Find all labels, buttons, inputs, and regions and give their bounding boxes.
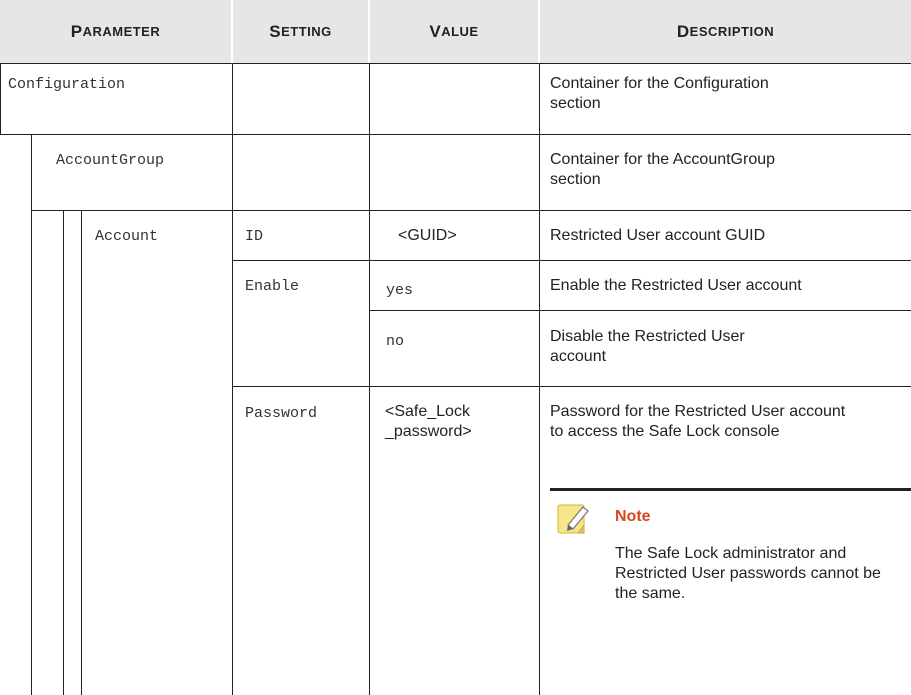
col-rule-left-edge xyxy=(0,63,1,135)
param-accountgroup: AccountGroup xyxy=(56,152,165,169)
header-description: D ESCRIPTION xyxy=(540,0,911,63)
rule-id-bottom xyxy=(232,260,911,261)
header-value: V ALUE xyxy=(370,0,538,63)
indent-rule-3 xyxy=(81,210,82,695)
param-configuration: Configuration xyxy=(8,76,126,93)
desc-enable-yes: Enable the Restricted User account xyxy=(550,277,802,294)
col-rule-description xyxy=(539,63,540,695)
rule-accountgroup-bottom xyxy=(31,210,911,211)
header-parameter-cap: P xyxy=(70,21,83,41)
value-enable-yes: yes xyxy=(386,282,414,299)
rule-enable-bottom xyxy=(232,386,911,387)
rule-header-bottom xyxy=(0,63,911,64)
desc-enable-no: Disable the Restricted User account xyxy=(550,328,745,365)
value-id: <GUID> xyxy=(398,227,457,244)
header-setting: S ETTING xyxy=(233,0,368,63)
col-rule-value xyxy=(369,63,370,695)
param-account: Account xyxy=(95,228,159,245)
header-description-cap: D xyxy=(676,21,690,41)
header-parameter-rest: ARAMETER xyxy=(82,24,161,39)
indent-rule-1 xyxy=(31,134,32,695)
col-rule-setting xyxy=(232,63,233,695)
desc-id: Restricted User account GUID xyxy=(550,227,766,244)
rule-enable-yes-bottom xyxy=(369,310,911,311)
setting-password: Password xyxy=(245,405,318,422)
desc-configuration: Container for the Configuration section xyxy=(550,75,769,112)
desc-password: Password for the Restricted User account… xyxy=(550,403,846,440)
indent-rule-2 xyxy=(63,210,64,695)
rule-configuration-bottom xyxy=(0,134,911,135)
value-enable-no: no xyxy=(386,333,405,350)
header-setting-rest: ETTING xyxy=(281,24,332,39)
header-description-rest: ESCRIPTION xyxy=(689,24,775,39)
header-parameter: P ARAMETER xyxy=(0,0,231,63)
note-top-bar xyxy=(550,488,911,491)
note-text: The Safe Lock administrator and Restrict… xyxy=(615,545,881,602)
value-password: <Safe_Lock _password> xyxy=(385,403,472,440)
header-setting-cap: S xyxy=(269,21,282,41)
header-value-rest: ALUE xyxy=(441,24,479,39)
note-title: Note xyxy=(615,508,651,525)
setting-id: ID xyxy=(245,228,264,245)
note-pencil-icon xyxy=(556,501,592,537)
desc-accountgroup: Container for the AccountGroup section xyxy=(550,151,776,188)
header-value-cap: V xyxy=(429,21,442,41)
setting-enable: Enable xyxy=(245,278,300,295)
